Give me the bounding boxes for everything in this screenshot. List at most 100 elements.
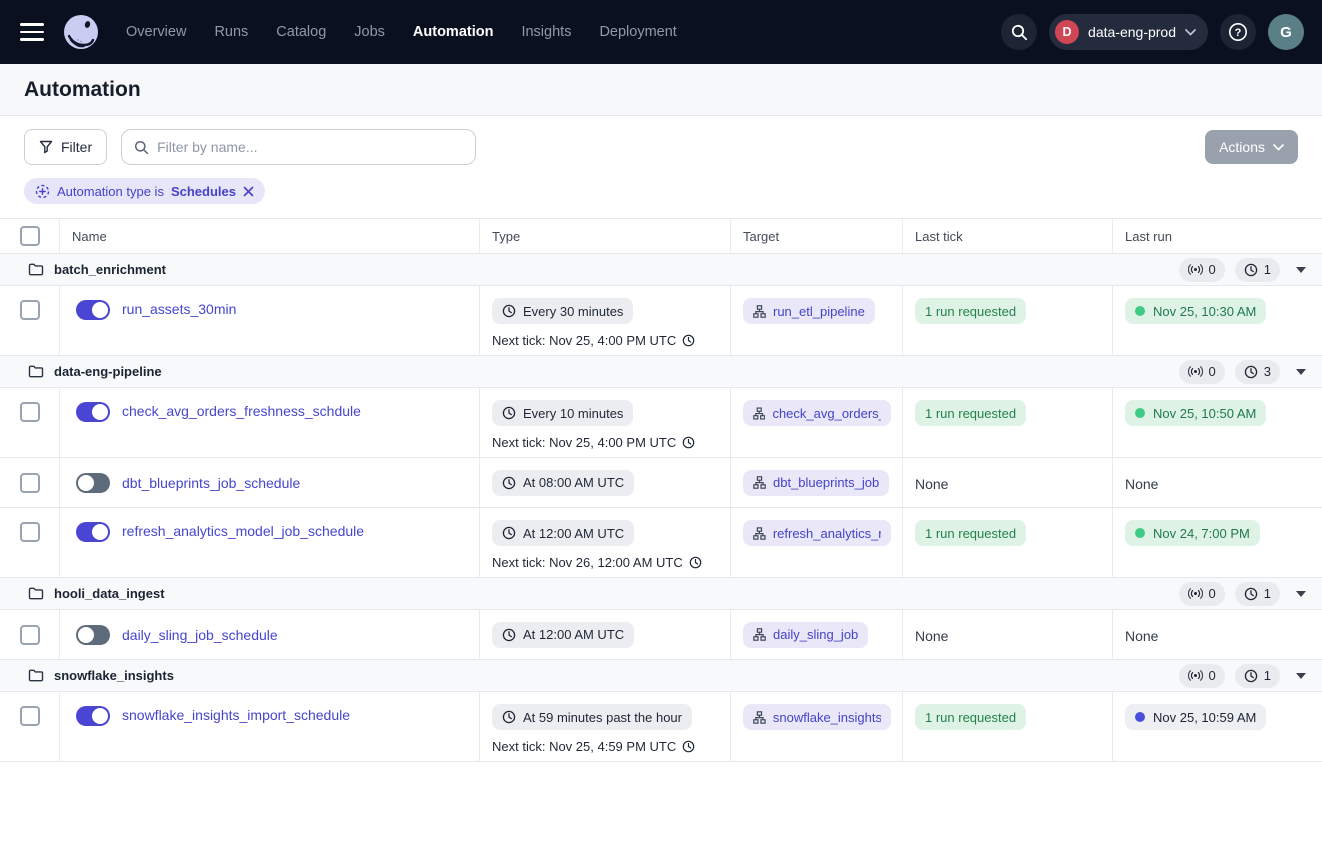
enabled-toggle[interactable]	[76, 473, 110, 493]
search-icon[interactable]	[1001, 14, 1037, 50]
next-tick-text: Next tick: Nov 25, 4:00 PM UTC	[492, 333, 676, 348]
nav-item-jobs[interactable]: Jobs	[354, 24, 385, 40]
target-job-pill[interactable]: check_avg_orders_	[743, 400, 891, 426]
group-row[interactable]: batch_enrichment 0 1	[0, 254, 1322, 286]
nav-item-overview[interactable]: Overview	[126, 24, 186, 40]
last-tick-cell: 1 run requested	[903, 692, 1113, 761]
user-avatar[interactable]: G	[1268, 14, 1304, 50]
row-checkbox[interactable]	[20, 473, 40, 493]
row-checkbox[interactable]	[20, 625, 40, 645]
schedule-count-badge: 3	[1235, 360, 1280, 384]
group-row[interactable]: snowflake_insights 0 1	[0, 660, 1322, 692]
row-checkbox[interactable]	[20, 402, 40, 422]
deployment-name: data-eng-prod	[1088, 24, 1176, 40]
target-job-pill[interactable]: daily_sling_job	[743, 622, 868, 648]
clock-icon	[502, 628, 516, 642]
nav-item-insights[interactable]: Insights	[521, 24, 571, 40]
automation-name-link[interactable]: run_assets_30min	[122, 301, 236, 317]
collapse-caret-icon[interactable]	[1296, 369, 1306, 375]
schedule-count: 1	[1264, 262, 1271, 277]
enabled-toggle[interactable]	[76, 522, 110, 542]
target-cell: check_avg_orders_	[731, 388, 903, 457]
enabled-toggle[interactable]	[76, 625, 110, 645]
sensor-icon	[1188, 264, 1203, 275]
hamburger-menu-icon[interactable]	[20, 23, 44, 41]
clock-icon	[502, 476, 516, 490]
column-header-name: Name	[60, 219, 480, 253]
job-sitemap-icon	[753, 476, 766, 489]
automation-type-filter-tag[interactable]: Automation type is Schedules	[24, 178, 265, 204]
next-tick-text: Next tick: Nov 26, 12:00 AM UTC	[492, 555, 683, 570]
row-checkbox[interactable]	[20, 522, 40, 542]
schedule-type-pill: At 08:00 AM UTC	[492, 470, 634, 496]
sensor-count: 0	[1209, 364, 1216, 379]
deployment-switcher[interactable]: D data-eng-prod	[1049, 14, 1208, 50]
group-row[interactable]: data-eng-pipeline 0 3	[0, 356, 1322, 388]
enabled-toggle[interactable]	[76, 402, 110, 422]
clock-icon	[689, 556, 702, 569]
last-tick-cell: 1 run requested	[903, 388, 1113, 457]
select-all-checkbox[interactable]	[20, 226, 40, 246]
target-cell: snowflake_insights	[731, 692, 903, 761]
last-tick-pill[interactable]: 1 run requested	[915, 704, 1026, 730]
nav-item-deployment[interactable]: Deployment	[599, 24, 676, 40]
row-checkbox[interactable]	[20, 706, 40, 726]
sensor-icon	[1188, 366, 1203, 377]
table-header: Name Type Target Last tick Last run	[0, 219, 1322, 254]
last-tick-pill[interactable]: 1 run requested	[915, 520, 1026, 546]
schedule-type-pill: Every 30 minutes	[492, 298, 633, 324]
enabled-toggle[interactable]	[76, 300, 110, 320]
folder-icon	[28, 365, 44, 378]
nav-item-runs[interactable]: Runs	[214, 24, 248, 40]
schedule-count: 1	[1264, 586, 1271, 601]
remove-filter-icon[interactable]	[243, 186, 254, 197]
schedule-type-pill: At 12:00 AM UTC	[492, 520, 634, 546]
run-status-dot	[1135, 408, 1145, 418]
last-run-pill[interactable]: Nov 25, 10:50 AM	[1125, 400, 1266, 426]
collapse-caret-icon[interactable]	[1296, 591, 1306, 597]
automation-name-link[interactable]: daily_sling_job_schedule	[122, 627, 278, 643]
target-job-pill[interactable]: dbt_blueprints_job	[743, 470, 889, 496]
filter-tag-prefix: Automation type is	[57, 184, 164, 199]
last-run-none: None	[1125, 474, 1158, 492]
target-job-pill[interactable]: refresh_analytics_r	[743, 520, 891, 546]
automation-name-link[interactable]: check_avg_orders_freshness_schdule	[122, 403, 361, 419]
last-run-pill[interactable]: Nov 25, 10:30 AM	[1125, 298, 1266, 324]
type-cell: Every 10 minutes Next tick: Nov 25, 4:00…	[480, 388, 731, 457]
collapse-caret-icon[interactable]	[1296, 673, 1306, 679]
row-checkbox[interactable]	[20, 300, 40, 320]
target-job-pill[interactable]: run_etl_pipeline	[743, 298, 875, 324]
target-job-label: run_etl_pipeline	[773, 304, 865, 319]
last-tick-pill[interactable]: 1 run requested	[915, 298, 1026, 324]
automation-name-link[interactable]: snowflake_insights_import_schedule	[122, 707, 350, 723]
collapse-caret-icon[interactable]	[1296, 267, 1306, 273]
automation-name-link[interactable]: refresh_analytics_model_job_schedule	[122, 523, 364, 539]
automation-row: check_avg_orders_freshness_schdule Every…	[0, 388, 1322, 458]
last-tick-pill[interactable]: 1 run requested	[915, 400, 1026, 426]
name-filter-input[interactable]	[157, 139, 463, 155]
filter-button[interactable]: Filter	[24, 129, 107, 165]
last-run-pill[interactable]: Nov 25, 10:59 AM	[1125, 704, 1266, 730]
last-tick-label: 1 run requested	[925, 406, 1016, 421]
nav-item-catalog[interactable]: Catalog	[276, 24, 326, 40]
automation-name-link[interactable]: dbt_blueprints_job_schedule	[122, 475, 300, 491]
group-row[interactable]: hooli_data_ingest 0 1	[0, 578, 1322, 610]
job-sitemap-icon	[753, 305, 766, 318]
filter-button-label: Filter	[61, 139, 92, 155]
last-run-cell: None	[1113, 610, 1322, 659]
help-icon[interactable]: ?	[1220, 14, 1256, 50]
dagster-logo[interactable]	[62, 13, 100, 51]
last-tick-none: None	[915, 474, 948, 492]
actions-button[interactable]: Actions	[1205, 130, 1298, 164]
target-job-pill[interactable]: snowflake_insights	[743, 704, 891, 730]
job-sitemap-icon	[753, 407, 765, 420]
type-cell: At 12:00 AM UTC Next tick: Nov 26, 12:00…	[480, 508, 731, 577]
group-name: batch_enrichment	[54, 262, 166, 277]
group-name: snowflake_insights	[54, 668, 174, 683]
column-header-target: Target	[731, 219, 903, 253]
job-sitemap-icon	[753, 628, 766, 641]
nav-item-automation[interactable]: Automation	[413, 24, 494, 40]
enabled-toggle[interactable]	[76, 706, 110, 726]
schedule-type-label: Every 10 minutes	[523, 406, 623, 421]
last-run-pill[interactable]: Nov 24, 7:00 PM	[1125, 520, 1260, 546]
